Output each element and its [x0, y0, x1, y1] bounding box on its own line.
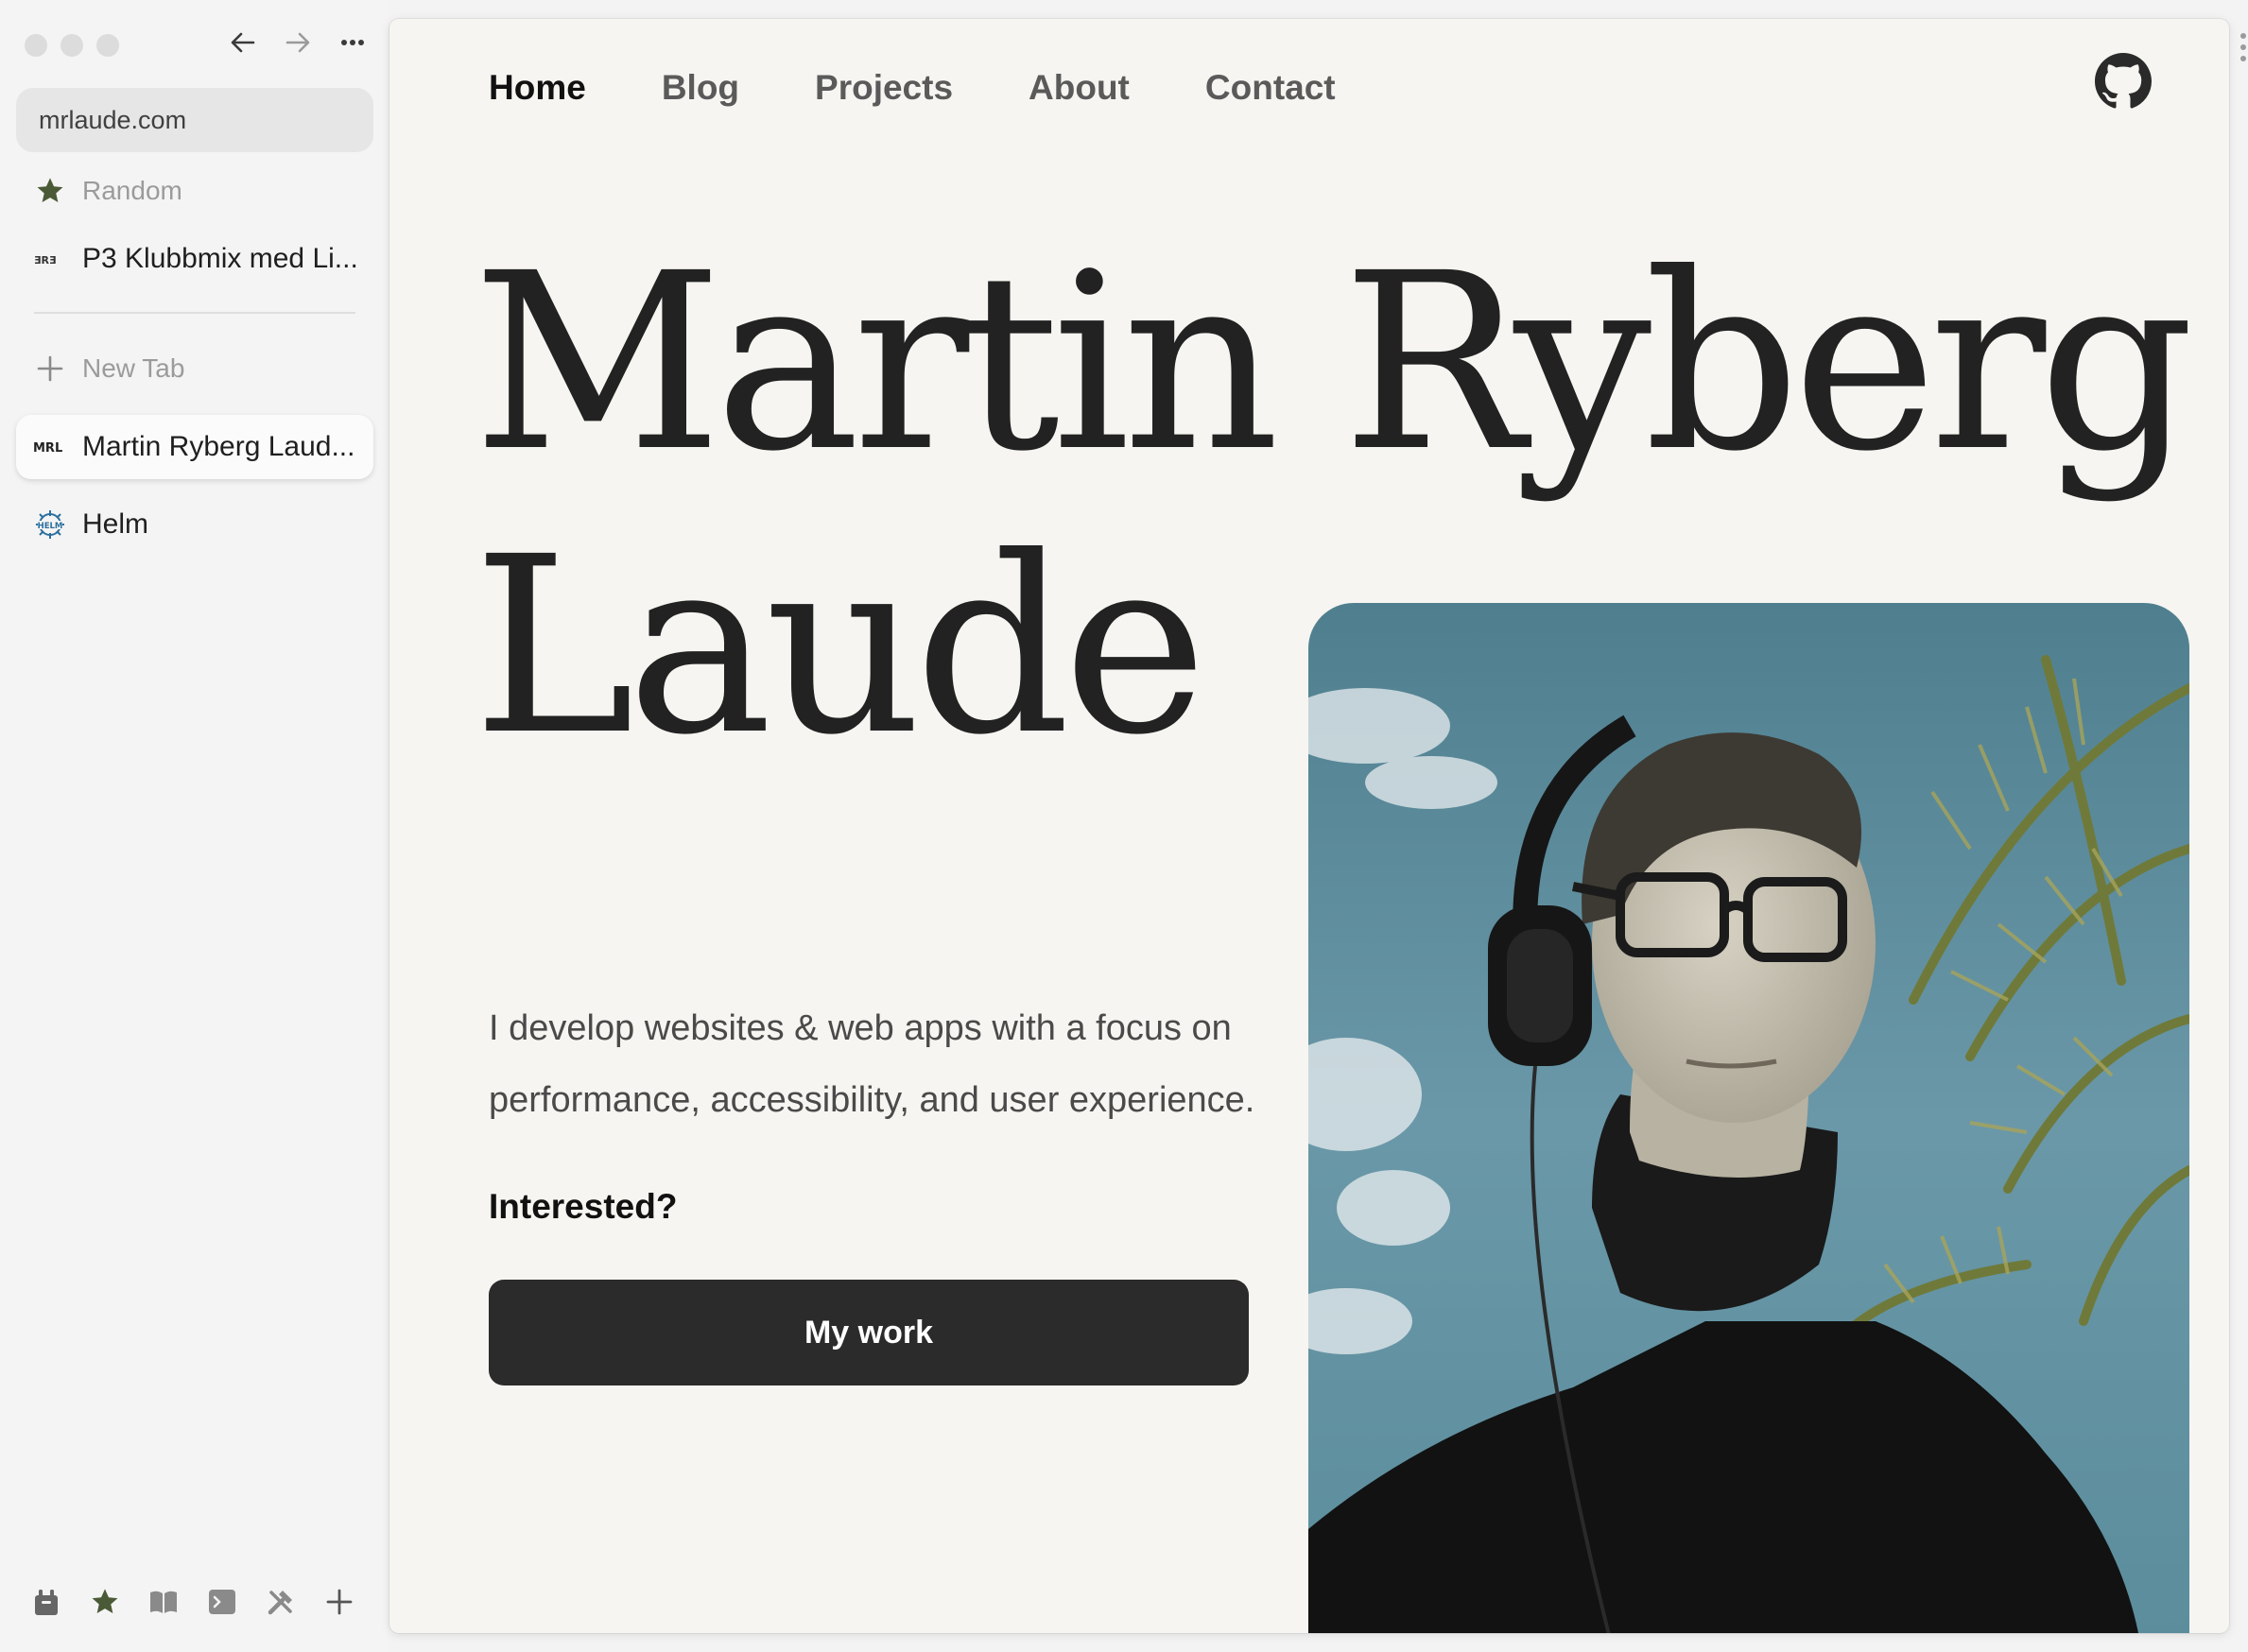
nav-blog[interactable]: Blog	[662, 68, 739, 108]
book-icon[interactable]	[146, 1584, 182, 1620]
nav-contact[interactable]: Contact	[1205, 68, 1336, 108]
archive-icon[interactable]	[28, 1584, 64, 1620]
tab-label: Helm	[82, 508, 149, 540]
sidebar-divider	[34, 312, 355, 314]
navigation-controls	[225, 25, 371, 60]
intro-text: I develop websites & web apps with a foc…	[489, 1008, 1255, 1120]
nav-projects[interactable]: Projects	[815, 68, 953, 108]
star-icon[interactable]	[87, 1584, 123, 1620]
svg-text:ƎRƎ: ƎRƎ	[34, 254, 57, 267]
tools-icon[interactable]	[263, 1584, 299, 1620]
new-tab-button[interactable]: New Tab	[16, 336, 373, 401]
url-text: mrlaude.com	[39, 106, 187, 134]
svg-text:HELM: HELM	[38, 522, 63, 531]
helm-favicon-icon: HELM	[33, 508, 67, 542]
plus-icon[interactable]	[321, 1584, 357, 1620]
browser-sidebar: mrlaude.com Random ƎRƎ P3 Klubbmix med L…	[0, 0, 388, 1652]
terminal-icon[interactable]	[204, 1584, 240, 1620]
site-navigation: Home Blog Projects About Contact	[489, 68, 1336, 108]
plus-icon	[33, 352, 67, 386]
favorite-label: P3 Klubbmix med Li...	[82, 243, 358, 274]
my-work-button[interactable]: My work	[489, 1280, 1249, 1385]
back-icon[interactable]	[225, 25, 261, 60]
new-tab-label: New Tab	[82, 353, 185, 383]
more-options-icon[interactable]	[335, 25, 371, 60]
favorite-label: Random	[82, 176, 182, 205]
svg-text:MRL: MRL	[33, 441, 62, 456]
hero-name-line-1: Martin Ryberg	[473, 221, 2194, 505]
favorite-p3-klubbmix[interactable]: ƎRƎ P3 Klubbmix med Li...	[16, 227, 373, 291]
mrl-favicon-icon: MRL	[33, 430, 67, 464]
tab-helm[interactable]: HELM Helm	[16, 492, 373, 557]
forward-icon[interactable]	[280, 25, 316, 60]
portrait-photo	[1308, 603, 2189, 1633]
tab-martin-ryberg-laude[interactable]: MRL Martin Ryberg Laud...	[16, 415, 373, 479]
window-resize-dots-icon	[2240, 33, 2246, 61]
interested-heading: Interested?	[489, 1187, 678, 1226]
nav-home[interactable]: Home	[489, 68, 586, 108]
url-bar[interactable]: mrlaude.com	[16, 88, 373, 152]
zoom-window-button[interactable]	[96, 34, 119, 57]
p3-favicon-icon: ƎRƎ	[33, 242, 67, 276]
web-page: Home Blog Projects About Contact Martin …	[389, 19, 2229, 1633]
nav-about[interactable]: About	[1029, 68, 1130, 108]
favorite-random[interactable]: Random	[16, 159, 373, 223]
close-window-button[interactable]	[25, 34, 47, 57]
sidebar-toolbar	[28, 1584, 357, 1620]
github-icon[interactable]	[2095, 53, 2152, 110]
star-icon	[33, 174, 67, 208]
minimize-window-button[interactable]	[61, 34, 83, 57]
window-controls	[25, 34, 119, 57]
tab-label: Martin Ryberg Laud...	[82, 431, 355, 462]
